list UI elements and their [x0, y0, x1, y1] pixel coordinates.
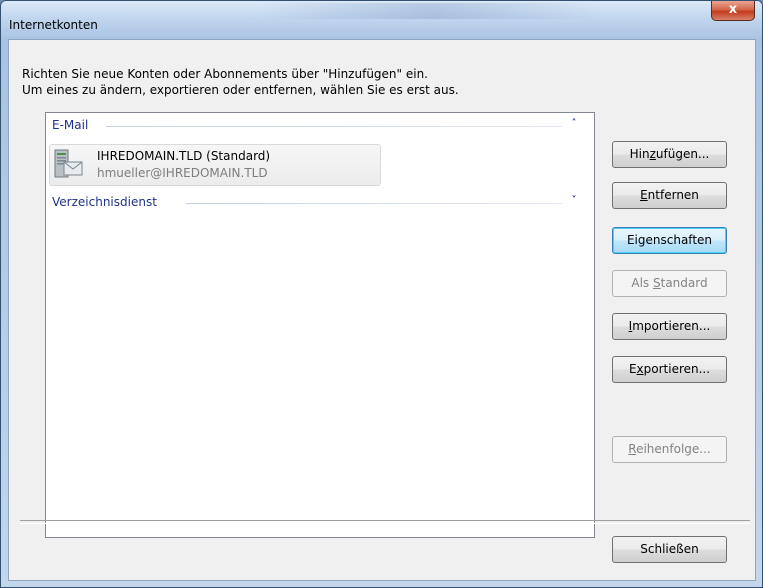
account-name: IHREDOMAIN.TLD (Standard) [97, 149, 271, 163]
group-label-directory: Verzeichnisdienst [52, 195, 161, 209]
chevron-up-icon[interactable]: ˄ [568, 118, 580, 130]
account-email: hmueller@IHREDOMAIN.TLD [97, 166, 268, 180]
order-button[interactable]: Reihenfolge... [612, 436, 727, 463]
add-button-label: Hinzufügen... [629, 147, 710, 161]
set-default-button[interactable]: Als Standard [612, 270, 727, 297]
instructions-line-2: Um eines zu ändern, exportieren oder ent… [22, 83, 459, 97]
group-header-directory[interactable]: Verzeichnisdienst ˅ [46, 193, 594, 211]
group-divider-directory [186, 203, 562, 204]
remove-button-label: Entfernen [640, 188, 699, 202]
close-button[interactable]: Schließen [612, 536, 727, 563]
mail-server-icon [54, 149, 83, 178]
import-button[interactable]: Importieren... [612, 313, 727, 340]
instructions-line-1: Richten Sie neue Konten oder Abonnements… [22, 67, 428, 81]
export-button[interactable]: Exportieren... [612, 356, 727, 383]
window-title: Internetkonten [9, 18, 98, 32]
title-bar-glass [261, 3, 601, 19]
remove-button[interactable]: Entfernen [612, 182, 727, 209]
close-window-button[interactable]: x [711, 1, 755, 21]
group-header-email[interactable]: E-Mail ˄ [46, 116, 594, 134]
dialog-client-area: Richten Sie neue Konten oder Abonnements… [8, 39, 756, 581]
set-default-button-label: Als Standard [631, 276, 708, 290]
properties-button-label: Eigenschaften [626, 233, 713, 247]
instructions-text: Richten Sie neue Konten oder Abonnements… [22, 66, 459, 98]
account-item-ihredomain[interactable]: IHREDOMAIN.TLD (Standard) hmueller@IHRED… [49, 144, 381, 186]
close-button-label: Schließen [640, 542, 699, 556]
bottom-separator [20, 520, 750, 524]
accounts-list[interactable]: E-Mail ˄ IHREDOMAIN.TLD (Standard) hmuel… [45, 112, 595, 538]
internet-accounts-window: Internetkonten x Richten Sie neue Konten… [0, 0, 763, 588]
chevron-down-icon[interactable]: ˅ [568, 195, 580, 207]
group-label-email: E-Mail [52, 118, 93, 132]
group-divider-email [106, 126, 562, 127]
import-button-label: Importieren... [628, 319, 711, 333]
export-button-label: Exportieren... [628, 362, 711, 376]
properties-button[interactable]: Eigenschaften [612, 227, 727, 254]
title-bar[interactable]: Internetkonten x [1, 1, 762, 39]
add-button[interactable]: Hinzufügen... [612, 141, 727, 168]
close-icon: x [728, 2, 738, 17]
order-button-label: Reihenfolge... [628, 442, 711, 456]
